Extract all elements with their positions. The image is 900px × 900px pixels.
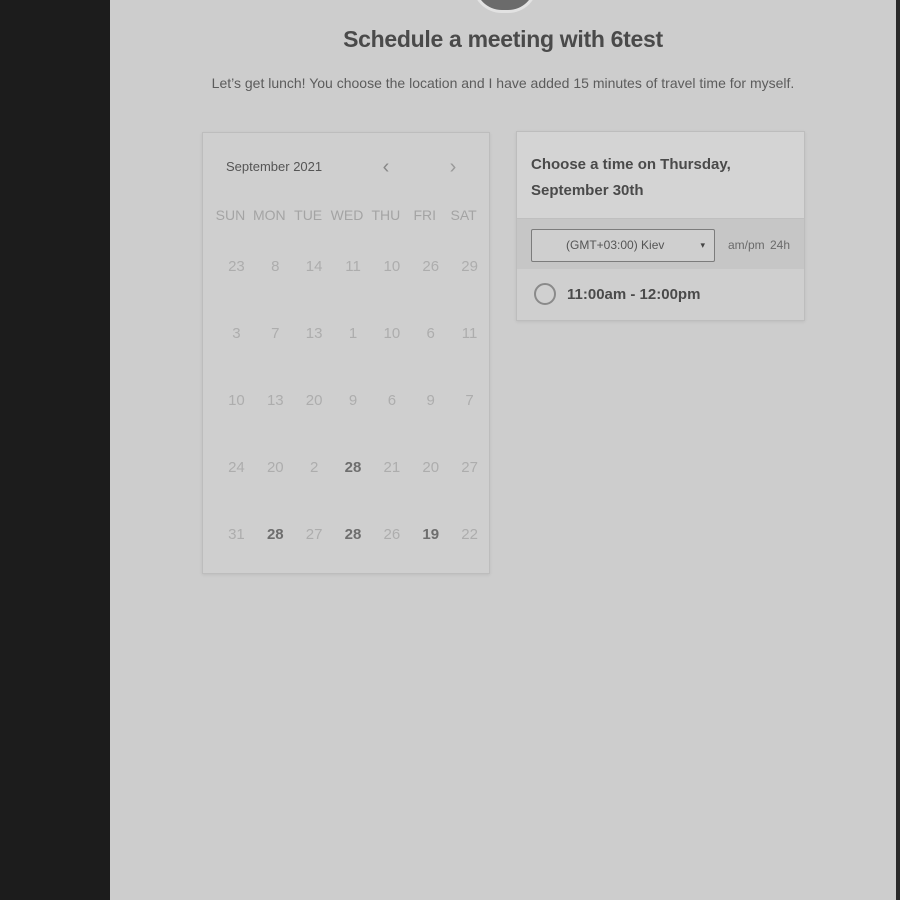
- calendar-day: 23: [228, 258, 245, 275]
- weekday-header: SUN MON TUE WED THU FRI SAT: [211, 207, 483, 223]
- calendar-day-available[interactable]: 28: [256, 525, 295, 592]
- weekday-label: MON: [252, 207, 286, 223]
- calendar-day: 6: [387, 392, 397, 409]
- calendar-day: 31: [228, 526, 245, 543]
- calendar-day: 27: [305, 526, 323, 543]
- calendar-day: 1: [348, 325, 358, 342]
- calendar-day: 8: [271, 258, 280, 275]
- calendar-day: 20: [266, 459, 284, 476]
- scheduling-page: Schedule a meeting with 6test Let’s get …: [110, 0, 896, 900]
- previous-month-icon[interactable]: ‹: [375, 157, 397, 179]
- calendar-day-available[interactable]: 28: [334, 458, 373, 525]
- next-month-icon[interactable]: ›: [442, 157, 464, 179]
- calendar-week-row: 10 13 20 9 6 9 7: [217, 391, 489, 458]
- calendar-day: 21: [383, 459, 401, 476]
- host-avatar: [472, 0, 538, 13]
- weekday-label: WED: [330, 207, 364, 223]
- calendar-day: 7: [271, 325, 280, 342]
- calendar-week-row: 3 7 13 1 10 6 11: [217, 324, 489, 391]
- time-format-ampm-toggle[interactable]: am/pm: [728, 238, 765, 252]
- weekday-label: TUE: [294, 207, 323, 223]
- calendar-day: 20: [422, 459, 440, 476]
- calendar-day: 2: [309, 459, 319, 476]
- calendar-day: 14: [305, 258, 323, 275]
- calendar-day: 3: [232, 325, 241, 342]
- calendar-day: 24: [228, 459, 245, 476]
- calendar-day: 9: [348, 392, 358, 409]
- calendar-day: 10: [383, 325, 401, 342]
- calendar-day: 7: [465, 392, 474, 409]
- calendar-day: 11: [461, 325, 478, 342]
- radio-button-icon[interactable]: [534, 283, 556, 305]
- date-picker-calendar: September 2021 ‹ › SUN MON TUE WED THU F…: [202, 132, 490, 574]
- page-description: Let’s get lunch! You choose the location…: [211, 75, 795, 91]
- calendar-day: 13: [266, 392, 284, 409]
- calendar-day: 20: [305, 392, 323, 409]
- page-title: Schedule a meeting with 6test: [343, 26, 663, 52]
- time-selection-panel: Choose a time on Thursday, September 30t…: [516, 131, 805, 321]
- weekday-label: FRI: [413, 207, 436, 223]
- calendar-month-label: September 2021: [226, 159, 323, 174]
- time-panel-header: Choose a time on Thursday, September 30t…: [517, 132, 804, 219]
- calendar-week-row: 31 28 27 28 26 19 22: [217, 525, 489, 592]
- timezone-select[interactable]: (GMT+03:00) Kiev ▾: [531, 229, 715, 262]
- weekday-label: SAT: [450, 207, 477, 223]
- timezone-row: (GMT+03:00) Kiev ▾ am/pm 24h: [517, 219, 804, 269]
- time-format-24h-toggle[interactable]: 24h: [770, 238, 790, 252]
- calendar-days-grid: 23 8 14 11 10 26 29 3 7 13 1 10 6 11 10 13 20 9 6 9 7 24 20 2 28…: [217, 257, 489, 592]
- calendar-week-row: 24 20 2 28 21 20 27: [217, 458, 489, 525]
- calendar-day: 22: [461, 526, 478, 543]
- calendar-day-available[interactable]: 19: [411, 525, 450, 592]
- calendar-day: 9: [426, 392, 435, 409]
- weekday-label: THU: [371, 207, 401, 223]
- selected-date-heading: Choose a time on Thursday, September 30t…: [531, 156, 731, 199]
- timezone-value: (GMT+03:00) Kiev: [566, 238, 665, 252]
- calendar-day: 29: [461, 258, 478, 275]
- calendar-day-available[interactable]: 28: [334, 525, 373, 592]
- calendar-day: 26: [383, 526, 401, 543]
- calendar-day: 13: [305, 325, 323, 342]
- calendar-day: 27: [461, 459, 478, 476]
- calendar-day: 6: [426, 325, 435, 342]
- time-slot-option[interactable]: 11:00am - 12:00pm: [517, 270, 804, 320]
- calendar-week-row: 23 8 14 11 10 26 29: [217, 257, 489, 324]
- calendar-day: 10: [383, 258, 401, 275]
- calendar-day: 11: [345, 258, 361, 275]
- time-slot-label: 11:00am - 12:00pm: [567, 286, 701, 303]
- calendar-day: 26: [422, 258, 440, 275]
- chevron-down-icon: ▾: [700, 240, 705, 250]
- weekday-label: SUN: [215, 207, 246, 223]
- calendar-day: 10: [228, 392, 245, 409]
- scrollbar-edge: [896, 0, 900, 900]
